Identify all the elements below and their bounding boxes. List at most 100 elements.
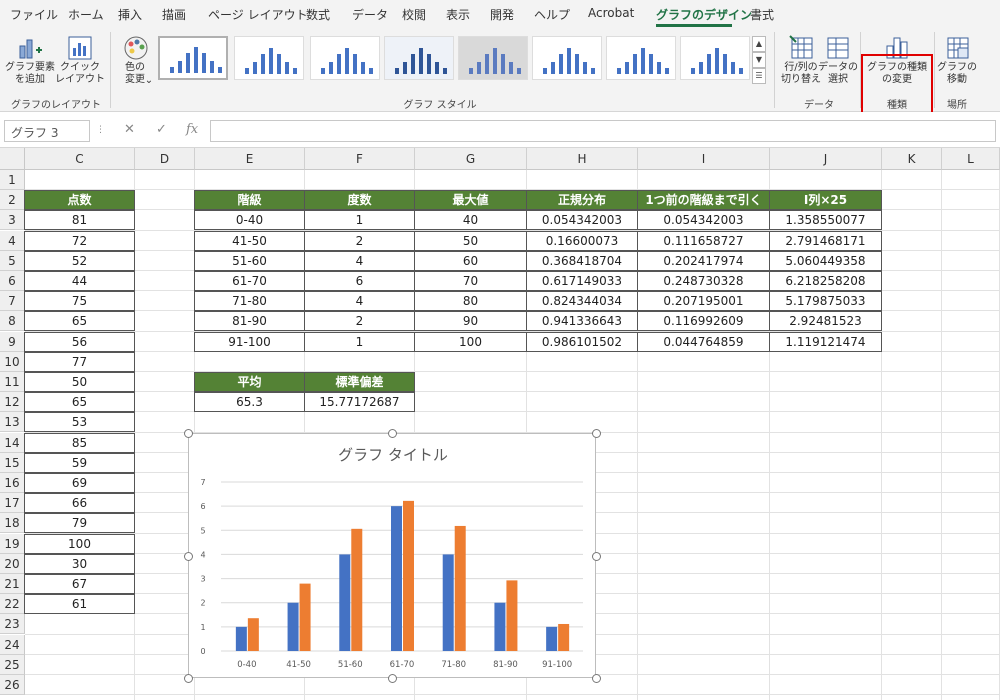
row-header[interactable]: 9 [0,331,25,352]
resize-handle[interactable] [592,552,601,561]
chart-object[interactable]: グラフ タイトル 0 1 2 3 4 5 6 7 0-40 41-50 51-60 61-70 71-80… [184,429,601,683]
table-cell[interactable]: 50 [24,372,135,392]
row-header[interactable]: 23 [0,614,25,635]
bar-series-1[interactable] [494,602,506,651]
table-cell[interactable]: 0.986101502 [526,331,638,352]
table-cell[interactable]: 61-70 [194,271,305,291]
chart-style-thumb[interactable] [532,36,602,80]
row-header[interactable]: 22 [0,594,25,615]
row-header[interactable]: 17 [0,493,25,514]
table-cell[interactable]: 1.358550077 [769,210,882,231]
bar-series-1[interactable] [442,554,454,651]
cancel-icon[interactable]: ✕ [124,122,135,137]
table-cell[interactable]: 60 [414,250,527,271]
select-all-corner[interactable] [0,148,25,170]
table-cell[interactable]: 71-80 [194,291,305,312]
row-header[interactable]: 26 [0,675,25,695]
table-cell[interactable]: 15.77172687 [304,392,415,413]
table-cell[interactable]: 77 [24,351,135,372]
table-cell[interactable]: 52 [24,250,135,271]
select-data-icon[interactable] [824,34,852,62]
bar-series-1[interactable] [235,626,247,651]
table-cell[interactable]: 44 [24,271,135,291]
table-cell[interactable]: 66 [24,493,135,514]
table-cell[interactable]: 2.92481523 [769,311,882,332]
chart-style-thumb[interactable] [158,36,228,80]
resize-handle[interactable] [592,674,601,683]
table-cell[interactable]: 30 [24,553,135,574]
resize-handle[interactable] [184,674,193,683]
table-cell[interactable]: 100 [24,533,135,554]
confirm-icon[interactable]: ✓ [156,122,167,137]
chart-style-thumb[interactable] [384,36,454,80]
tab-11[interactable]: Acrobat [588,6,634,20]
chart-style-thumb[interactable] [458,36,528,80]
tab-13[interactable]: 書式 [750,6,774,23]
tab-10[interactable]: ヘルプ [534,6,570,23]
column-header[interactable]: F [305,148,415,170]
formula-input[interactable] [210,120,996,142]
table-cell[interactable]: 41-50 [194,230,305,251]
table-cell[interactable]: 70 [414,271,527,291]
tab-7[interactable]: 校閲 [402,6,426,23]
bar-series-2[interactable] [506,580,518,651]
table-cell[interactable]: 91-100 [194,331,305,352]
chart-style-thumb[interactable] [310,36,380,80]
column-header[interactable]: E [195,148,305,170]
row-header[interactable]: 19 [0,533,25,554]
row-header[interactable]: 12 [0,392,25,413]
table-cell[interactable]: 0.111658727 [637,230,770,251]
column-header[interactable]: H [527,148,638,170]
tab-8[interactable]: 表示 [446,6,470,23]
column-header[interactable]: K [882,148,942,170]
table-header-cell[interactable]: 点数 [24,190,135,211]
tab-6[interactable]: データ [352,6,388,23]
table-cell[interactable]: 0.941336643 [526,311,638,332]
gallery-up-icon[interactable]: ▲ [752,36,766,52]
column-header[interactable]: J [770,148,882,170]
table-header-cell[interactable]: 最大値 [414,190,527,211]
column-header[interactable]: I [638,148,770,170]
bar-series-2[interactable] [558,623,570,651]
bar-series-1[interactable] [546,626,558,651]
tab-2[interactable]: 挿入 [118,6,142,23]
chart-style-thumb[interactable] [680,36,750,80]
row-header[interactable]: 11 [0,372,25,392]
table-cell[interactable]: 51-60 [194,250,305,271]
table-cell[interactable]: 0.044764859 [637,331,770,352]
palette-icon[interactable] [122,34,150,62]
row-header[interactable]: 6 [0,271,25,291]
resize-handle[interactable] [388,674,397,683]
add-chart-element-icon[interactable] [16,34,44,62]
table-cell[interactable]: 72 [24,230,135,251]
bar-series-2[interactable] [403,500,414,651]
table-cell[interactable]: 1.119121474 [769,331,882,352]
row-header[interactable]: 14 [0,432,25,453]
table-header-cell[interactable]: 階級 [194,190,305,211]
tab-3[interactable]: 描画 [162,6,186,23]
tab-0[interactable]: ファイル [10,6,58,23]
table-cell[interactable]: 65 [24,392,135,413]
row-header[interactable]: 3 [0,210,25,231]
table-cell[interactable]: 4 [304,250,415,271]
table-header-cell[interactable]: I列×25 [769,190,882,211]
table-cell[interactable]: 0-40 [194,210,305,231]
select-data-button[interactable]: データの 選択 [818,62,858,86]
move-chart-button[interactable]: グラフの 移動 [936,62,978,86]
table-cell[interactable]: 65.3 [194,392,305,413]
row-header[interactable]: 21 [0,574,25,594]
chart-style-thumb[interactable] [234,36,304,80]
table-cell[interactable]: 0.617149033 [526,271,638,291]
switch-row-column-icon[interactable] [788,34,816,62]
table-cell[interactable]: 79 [24,513,135,534]
table-header-cell[interactable]: 正規分布 [526,190,638,211]
gallery-down-icon[interactable]: ▼ [752,52,766,68]
bar-series-2[interactable] [247,618,259,651]
table-cell[interactable]: 56 [24,331,135,352]
row-header[interactable]: 18 [0,513,25,534]
row-header[interactable]: 20 [0,553,25,574]
table-cell[interactable]: 0.054342003 [637,210,770,231]
row-header[interactable]: 7 [0,291,25,312]
table-cell[interactable]: 2 [304,311,415,332]
row-header[interactable]: 25 [0,654,25,675]
